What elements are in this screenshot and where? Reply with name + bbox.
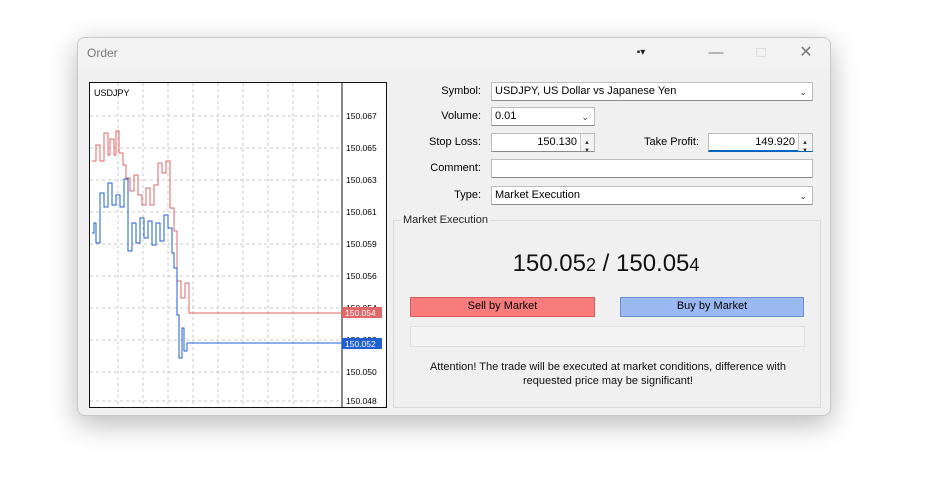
buy-by-market-button[interactable]: Buy by Market	[620, 297, 804, 317]
pin-icon[interactable]: ▪▾	[631, 43, 651, 63]
price-axis-label: 150.059	[346, 239, 377, 249]
chart-canvas: 150.067 150.065 150.063 150.061 150.059 150.0…	[90, 83, 382, 407]
comment-input[interactable]	[491, 159, 813, 178]
bid-price-main: 150.05	[512, 250, 586, 277]
volume-select[interactable]: 0.01 ⌄	[491, 107, 595, 126]
takeprofit-label: Take Profit:	[643, 136, 699, 148]
price-axis-label: 150.063	[346, 175, 377, 185]
comment-label: Comment:	[430, 162, 481, 174]
takeprofit-value: 149.920	[755, 136, 795, 148]
price-axis-label: 150.056	[346, 271, 377, 281]
order-window: Order ▪▾ — □ ✕ 150.067 150.065 150.063 150.…	[77, 37, 831, 416]
price-quote: 150.052 / 150.054	[393, 250, 819, 278]
stoploss-stepper[interactable]: ▲ ▼	[580, 134, 594, 154]
minimize-icon[interactable]: —	[706, 43, 726, 63]
chevron-down-icon: ⌄	[581, 112, 589, 122]
tick-chart: 150.067 150.065 150.063 150.061 150.059 150.0…	[89, 82, 387, 408]
stoploss-value: 150.130	[537, 136, 577, 148]
symbol-label: Symbol:	[441, 85, 481, 97]
close-icon[interactable]: ✕	[796, 43, 816, 63]
volume-label: Volume:	[441, 110, 481, 122]
volume-value: 0.01	[495, 110, 517, 122]
group-title: Market Execution	[401, 214, 490, 226]
maximize-icon[interactable]: □	[751, 43, 771, 63]
spin-down-icon[interactable]: ▼	[584, 143, 590, 160]
stoploss-label: Stop Loss:	[429, 136, 481, 148]
price-axis-label: 150.061	[346, 207, 377, 217]
type-label: Type:	[454, 189, 481, 201]
status-bar	[410, 326, 805, 347]
ask-price-last: 4	[689, 255, 700, 275]
attention-message: Attention! The trade will be executed at…	[408, 360, 808, 388]
ask-price-badge-text: 150.054	[345, 308, 376, 318]
takeprofit-stepper[interactable]: ▲ ▼	[798, 134, 812, 154]
bid-price-line	[92, 178, 342, 359]
price-axis-label: 150.067	[346, 111, 377, 121]
type-select[interactable]: Market Execution ⌄	[491, 186, 813, 205]
ask-price-main: 150.05	[616, 250, 690, 277]
sell-by-market-button[interactable]: Sell by Market	[410, 297, 595, 317]
ask-price-line	[92, 130, 342, 314]
chevron-down-icon: ⌄	[799, 87, 807, 97]
chevron-down-icon: ⌄	[799, 191, 807, 201]
type-value: Market Execution	[495, 189, 580, 201]
symbol-select[interactable]: USDJPY, US Dollar vs Japanese Yen ⌄	[491, 82, 813, 101]
attention-line-2: requested price may be significant!	[523, 375, 693, 387]
window-title: Order	[87, 46, 118, 60]
symbol-value: USDJPY, US Dollar vs Japanese Yen	[495, 85, 677, 97]
bid-price-badge-text: 150.052	[345, 339, 376, 349]
price-axis-label: 150.065	[346, 143, 377, 153]
chart-symbol: USDJPY	[94, 88, 130, 98]
price-separator: /	[595, 250, 616, 277]
price-axis-label: 150.050	[346, 367, 377, 377]
takeprofit-field[interactable]: 149.920 ▲ ▼	[708, 133, 813, 154]
attention-line-1: Attention! The trade will be executed at…	[429, 361, 787, 373]
title-bar[interactable]: Order ▪▾ — □ ✕	[78, 38, 830, 68]
stoploss-field[interactable]: 150.130 ▲ ▼	[491, 133, 595, 154]
spin-down-icon[interactable]: ▼	[802, 143, 808, 160]
bid-price-last: 2	[585, 255, 596, 275]
price-axis-label: 150.048	[346, 396, 377, 406]
